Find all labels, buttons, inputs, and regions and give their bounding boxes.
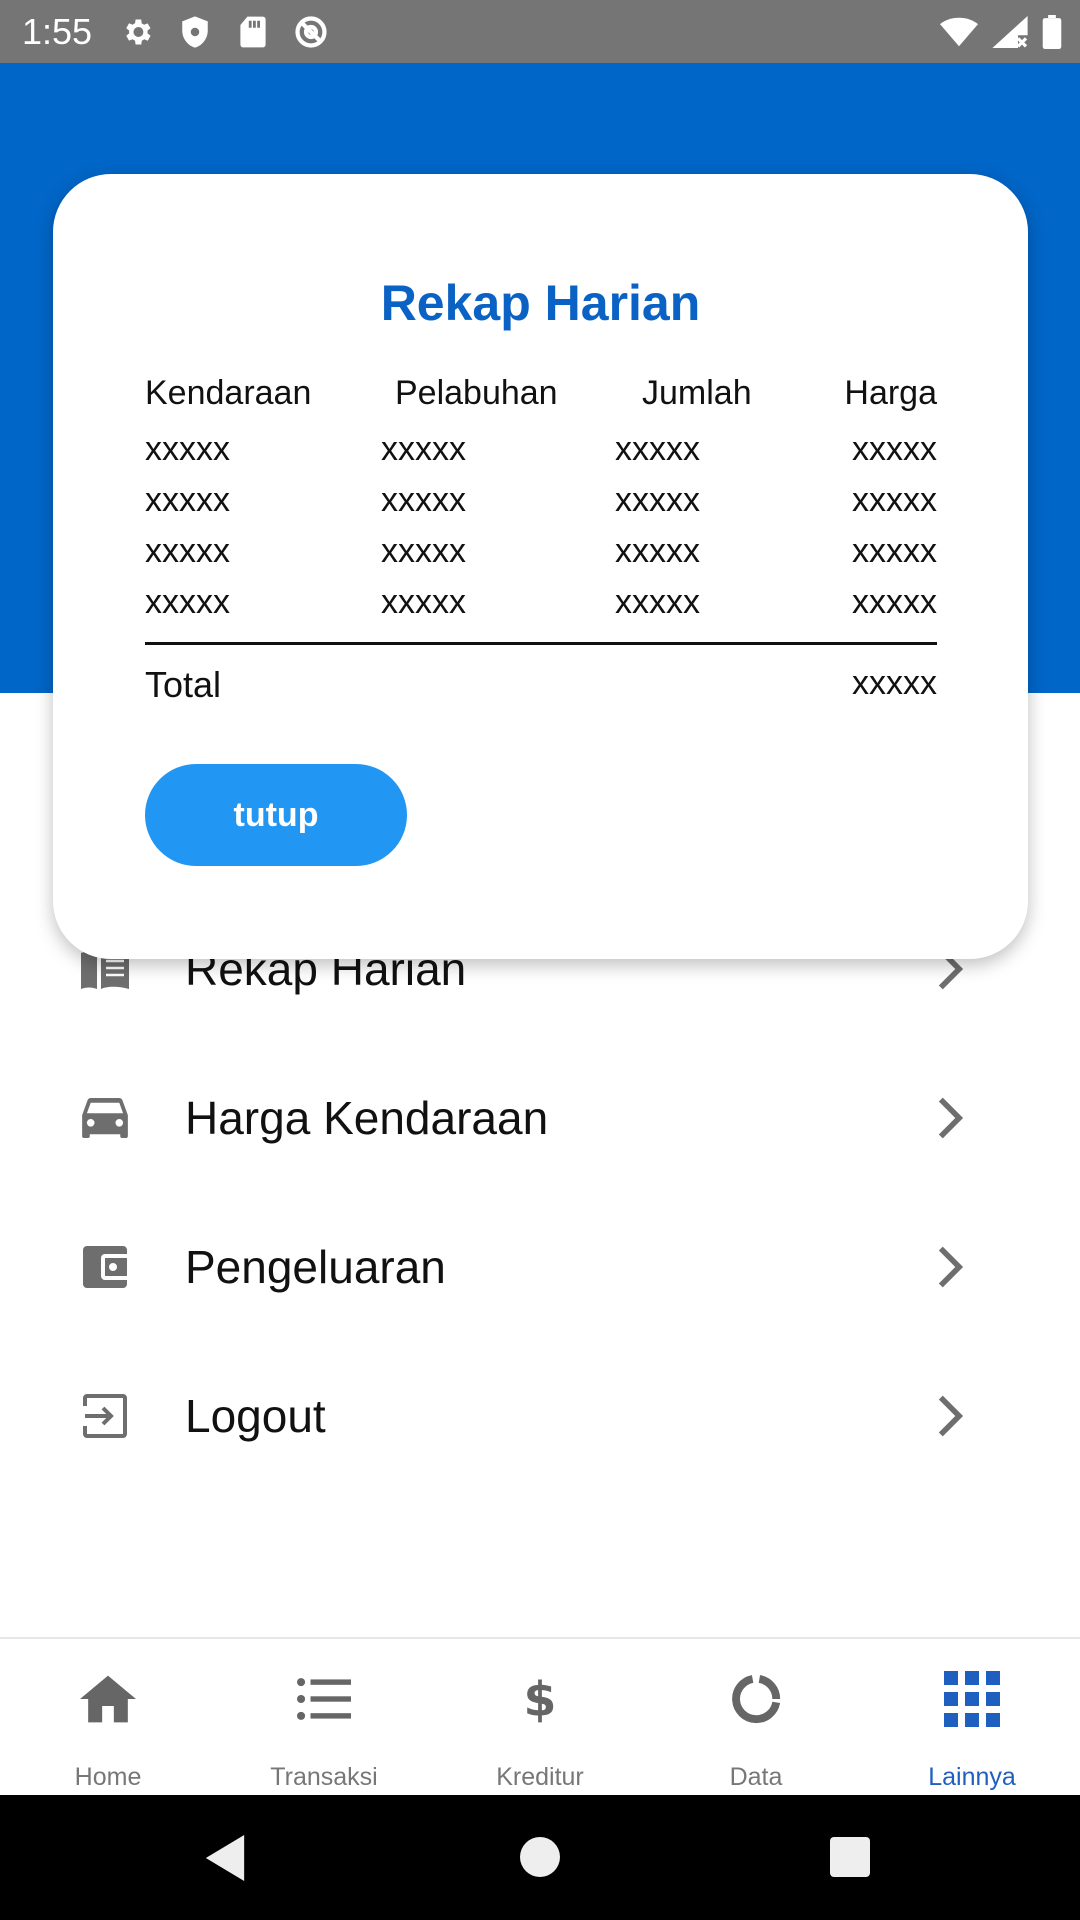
home-circle-icon[interactable]: [520, 1837, 560, 1882]
sd-card-icon: [236, 15, 270, 49]
status-bar: 1:55: [0, 0, 1080, 63]
total-divider: [145, 642, 937, 645]
donut-chart-icon: [726, 1669, 786, 1729]
settings-gear-icon: [120, 15, 154, 49]
menu-item-label: Harga Kendaraan: [185, 1092, 549, 1144]
svg-text:$: $: [524, 1673, 557, 1725]
table-cell: xxxxx: [852, 532, 937, 570]
table-cell: xxxxx: [145, 583, 230, 621]
dialog-title: Rekap Harian: [380, 275, 701, 331]
table-row: xxxxx xxxxx xxxxx xxxxx: [145, 583, 937, 634]
nav-data[interactable]: Data: [648, 1639, 864, 1797]
list-icon: [294, 1669, 354, 1729]
dollar-icon: $: [510, 1669, 570, 1729]
table-cell: xxxxx: [145, 532, 230, 570]
system-navigation-bar: [0, 1795, 1080, 1920]
table-cell: xxxxx: [615, 532, 700, 570]
total-value: xxxxx: [852, 664, 937, 702]
wallet-icon: [80, 1242, 130, 1292]
nav-label: Kreditur: [496, 1763, 584, 1791]
table-cell: xxxxx: [381, 430, 466, 468]
nav-label: Transaksi: [270, 1763, 378, 1791]
chevron-right-icon: [930, 1093, 970, 1143]
menu-item-label: Pengeluaran: [185, 1241, 446, 1293]
wifi-icon: [940, 17, 978, 47]
close-button[interactable]: tutup: [145, 764, 407, 866]
menu-item-harga-kendaraan[interactable]: Harga Kendaraan: [0, 1044, 1080, 1192]
table-row: xxxxx xxxxx xxxxx xxxxx: [145, 532, 937, 583]
chevron-right-icon: [930, 1391, 970, 1441]
table-cell: xxxxx: [381, 532, 466, 570]
table-cell: xxxxx: [381, 481, 466, 519]
column-header: Pelabuhan: [395, 374, 558, 412]
recents-square-icon[interactable]: [830, 1837, 870, 1882]
nav-transaksi[interactable]: Transaksi: [216, 1639, 432, 1797]
table-cell: xxxxx: [852, 430, 937, 468]
table-cell: xxxxx: [381, 583, 466, 621]
nav-kreditur[interactable]: $ Kreditur: [432, 1639, 648, 1797]
total-label: Total: [145, 664, 222, 705]
nav-home[interactable]: Home: [0, 1639, 216, 1797]
menu-item-label: Logout: [185, 1390, 326, 1442]
nav-lainnya[interactable]: Lainnya: [864, 1639, 1080, 1797]
table-cell: xxxxx: [852, 583, 937, 621]
menu-item-pengeluaran[interactable]: Pengeluaran: [0, 1193, 1080, 1341]
table-cell: xxxxx: [615, 583, 700, 621]
status-time: 1:55: [22, 10, 93, 52]
rekap-table: Kendaraan Pelabuhan Jumlah Harga xxxxx x…: [145, 374, 937, 634]
column-header: Jumlah: [642, 374, 752, 412]
table-row: xxxxx xxxxx xxxxx xxxxx: [145, 430, 937, 481]
logout-icon: [80, 1391, 130, 1441]
nav-label: Data: [729, 1763, 783, 1791]
home-icon: [78, 1669, 138, 1729]
bottom-navigation: Home Transaksi $ Kreditur Data Lainnya: [0, 1637, 1080, 1797]
table-cell: xxxxx: [145, 430, 230, 468]
nav-label: Home: [74, 1763, 142, 1791]
cell-signal-icon: [992, 15, 1028, 48]
shield-icon: [178, 15, 212, 49]
car-icon: [80, 1093, 130, 1143]
column-header: Harga: [844, 374, 937, 412]
at-sign-icon: [294, 15, 328, 49]
chevron-right-icon: [930, 1242, 970, 1292]
table-cell: xxxxx: [852, 481, 937, 519]
battery-icon: [1042, 14, 1062, 49]
table-row: xxxxx xxxxx xxxxx xxxxx: [145, 481, 937, 532]
nav-label: Lainnya: [928, 1763, 1016, 1791]
table-cell: xxxxx: [615, 481, 700, 519]
rekap-harian-dialog: Rekap Harian Kendaraan Pelabuhan Jumlah …: [53, 174, 1028, 959]
column-header: Kendaraan: [145, 374, 312, 412]
grid-apps-icon: [942, 1669, 1002, 1729]
back-icon[interactable]: [205, 1835, 245, 1886]
menu-item-logout[interactable]: Logout: [0, 1342, 1080, 1490]
table-cell: xxxxx: [145, 481, 230, 519]
total-row: Total xxxxx: [145, 664, 937, 706]
table-cell: xxxxx: [615, 430, 700, 468]
table-header-row: Kendaraan Pelabuhan Jumlah Harga: [145, 374, 937, 430]
